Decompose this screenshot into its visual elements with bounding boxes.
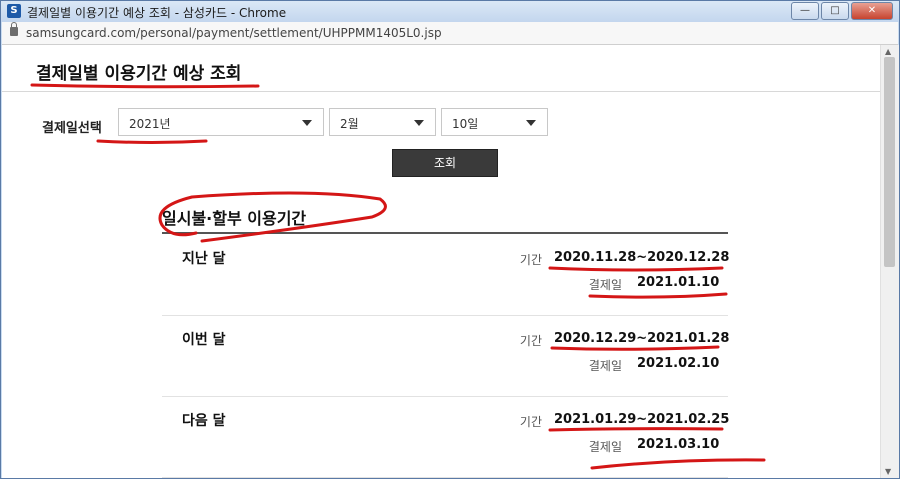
period-label: 기간 (519, 253, 542, 267)
header-divider (2, 91, 880, 92)
month-select-value: 2월 (340, 117, 359, 131)
minimize-icon[interactable]: — (791, 2, 819, 20)
page-content: 결제일별 이용기간 예상 조회 결제일선택 2021년 2월 10일 조회 일시… (2, 45, 880, 478)
period-row-last-month: 지난 달 기간 2020.11.28~2020.12.28 결제일 2021.0… (162, 234, 730, 316)
dropdown-arrow-icon (414, 120, 424, 126)
period-label: 기간 (519, 415, 542, 429)
payday-label: 결제일 (588, 440, 622, 454)
page-title: 결제일별 이용기간 예상 조회 (36, 64, 242, 84)
scroll-down-icon[interactable]: ▼ (885, 467, 891, 476)
underline-page-title (30, 83, 260, 89)
period-value: 2020.12.29~2021.01.28 (554, 331, 730, 346)
address-bar[interactable]: samsungcard.com/personal/payment/settlem… (2, 22, 898, 45)
payday-value: 2021.02.10 (637, 356, 720, 371)
url-text[interactable]: samsungcard.com/personal/payment/settlem… (26, 26, 442, 40)
row-name: 이번 달 (182, 332, 226, 348)
year-select-value: 2021년 (129, 117, 171, 131)
scroll-up-icon[interactable]: ▲ (885, 47, 891, 56)
lock-icon (10, 22, 18, 36)
period-label: 기간 (519, 334, 542, 348)
browser-window: S 결제일별 이용기간 예상 조회 - 삼성카드 - Chrome — □ ✕ … (0, 0, 900, 479)
underline-select-label (96, 139, 208, 144)
vertical-scrollbar[interactable]: ▲ ▼ (880, 45, 899, 478)
search-button[interactable]: 조회 (392, 149, 498, 177)
row-name: 지난 달 (182, 251, 226, 267)
period-value: 2021.01.29~2021.02.25 (554, 412, 730, 427)
section-title: 일시불·할부 이용기간 (162, 209, 307, 228)
period-row-next-month: 다음 달 기간 2021.01.29~2021.02.25 결제일 2021.0… (162, 396, 730, 478)
dropdown-arrow-icon (526, 120, 536, 126)
period-row-this-month: 이번 달 기간 2020.12.29~2021.01.28 결제일 2021.0… (162, 315, 730, 397)
scroll-thumb[interactable] (884, 57, 895, 267)
day-select-value: 10일 (452, 117, 479, 131)
period-value: 2020.11.28~2020.12.28 (554, 250, 730, 265)
day-select[interactable]: 10일 (441, 108, 548, 136)
close-icon[interactable]: ✕ (851, 2, 893, 20)
payday-value: 2021.03.10 (637, 437, 720, 452)
payday-label: 결제일 (588, 278, 622, 292)
row-name: 다음 달 (182, 413, 226, 429)
samsungcard-favicon-icon: S (7, 4, 21, 18)
dropdown-arrow-icon (302, 120, 312, 126)
year-select[interactable]: 2021년 (118, 108, 324, 136)
payday-value: 2021.01.10 (637, 275, 720, 290)
title-bar[interactable]: S 결제일별 이용기간 예상 조회 - 삼성카드 - Chrome — □ ✕ (1, 1, 899, 22)
window-controls: — □ ✕ (791, 2, 893, 20)
month-select[interactable]: 2월 (329, 108, 436, 136)
payday-label: 결제일 (588, 359, 622, 373)
maximize-icon[interactable]: □ (821, 2, 849, 20)
payday-select-label: 결제일선택 (42, 121, 102, 136)
window-title: 결제일별 이용기간 예상 조회 - 삼성카드 - Chrome (27, 6, 287, 20)
